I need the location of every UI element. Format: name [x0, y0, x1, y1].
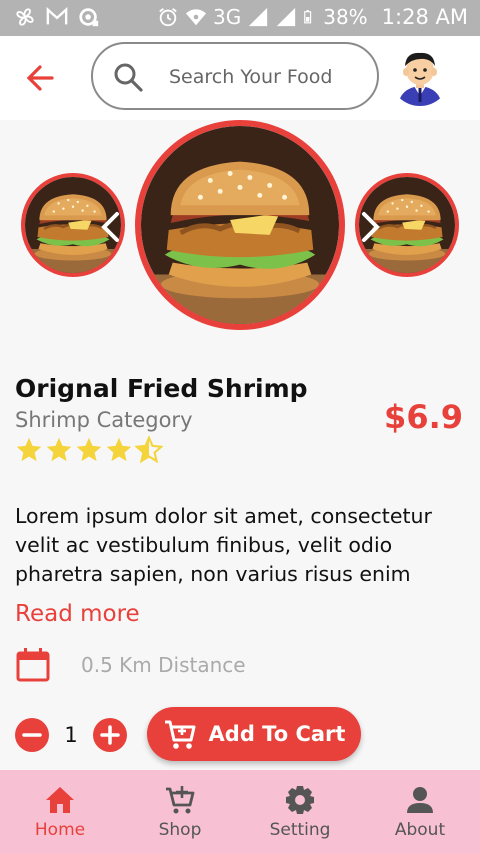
nav-label-shop: Shop — [158, 820, 202, 840]
search-icon — [114, 63, 143, 92]
chevron-left-icon — [101, 212, 119, 242]
nav-item-shop[interactable]: Shop — [120, 770, 240, 854]
star-half-icon — [135, 436, 163, 464]
home-icon — [46, 787, 74, 813]
wifi-icon — [185, 9, 207, 26]
battery-icon — [304, 10, 312, 24]
gear-icon — [286, 786, 314, 814]
nav-item-about[interactable]: About — [360, 770, 480, 854]
user-avatar-icon — [390, 46, 450, 106]
minus-icon — [22, 733, 42, 737]
nav-label-about: About — [394, 820, 446, 840]
carousel-image-main[interactable] — [135, 120, 345, 330]
nav-label-setting: Setting — [269, 820, 331, 840]
cart-plus-icon — [166, 786, 195, 814]
add-to-cart-button[interactable]: Add To Cart — [147, 707, 361, 761]
burger-image-main — [141, 126, 339, 324]
distance-row: 0.5 Km Distance — [15, 646, 246, 684]
nav-item-setting[interactable]: Setting — [240, 770, 360, 854]
product-price: $6.9 — [384, 398, 463, 436]
alarm-icon — [159, 8, 177, 27]
rating-stars — [15, 436, 163, 464]
back-button[interactable] — [22, 60, 62, 96]
read-more-link[interactable]: Read more — [15, 601, 140, 627]
increase-quantity-button[interactable] — [93, 718, 127, 752]
star-icon — [76, 437, 102, 462]
star-icon — [106, 437, 132, 462]
chevron-right-icon — [362, 212, 380, 242]
arrow-left-icon — [26, 65, 54, 91]
search-bar[interactable] — [91, 42, 379, 110]
gmail-icon — [46, 6, 68, 25]
product-image-carousel[interactable] — [0, 120, 480, 340]
battery-percent: 38% — [323, 5, 368, 29]
clock-time: 1:28 AM — [381, 5, 468, 29]
signal-icon-2 — [277, 7, 296, 27]
network-type: 3G — [212, 5, 242, 29]
plus-icon — [100, 725, 120, 745]
avatar[interactable] — [390, 46, 450, 106]
carousel-prev-button[interactable] — [97, 210, 123, 244]
person-icon — [407, 787, 433, 813]
carousel-next-button[interactable] — [358, 210, 384, 244]
calendar-icon — [16, 648, 50, 682]
search-input[interactable] — [167, 58, 371, 96]
star-icon — [46, 437, 72, 462]
pinwheel-icon — [16, 8, 34, 26]
product-description: Lorem ipsum dolor sit amet, consectetur … — [15, 504, 432, 586]
header-bar — [0, 36, 480, 120]
add-to-cart-label: Add To Cart — [208, 722, 346, 746]
status-bar: 3G 38% 1:28 AM — [0, 0, 480, 36]
bottom-navigation: Home Shop Setting About — [0, 770, 480, 854]
quantity-stepper: 1 — [15, 716, 127, 754]
sync-icon — [79, 8, 99, 27]
quantity-value: 1 — [64, 723, 78, 747]
nav-item-home[interactable]: Home — [0, 770, 120, 854]
signal-icon — [249, 7, 268, 27]
decrease-quantity-button[interactable] — [15, 718, 49, 752]
cart-add-icon — [164, 720, 196, 749]
star-icon — [16, 437, 42, 462]
distance-text: 0.5 Km Distance — [81, 653, 246, 677]
nav-label-home: Home — [34, 820, 86, 840]
